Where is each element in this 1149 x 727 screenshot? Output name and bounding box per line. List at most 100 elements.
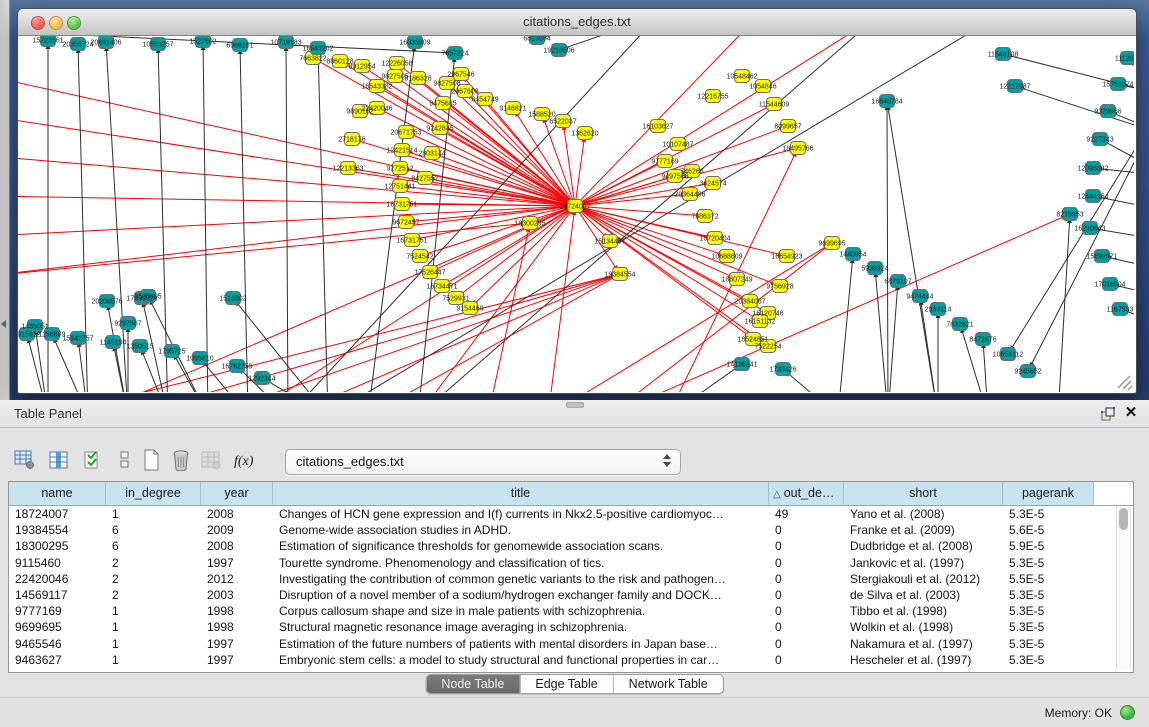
svg-text:9890162: 9890162 [346,109,373,116]
svg-text:8099657: 8099657 [774,124,801,131]
column-header-title[interactable]: title [273,482,769,505]
table-cell: 18300295 [9,538,106,554]
svg-text:7386372: 7386372 [691,214,718,221]
column-header-pagerank[interactable]: pagerank [1003,482,1094,505]
show-columns-button[interactable] [46,446,72,474]
table-panel-header: Table Panel ✕ [0,400,1149,428]
citation-edge-red [575,36,758,206]
svg-text:20364486: 20364486 [674,192,705,199]
svg-text:16210643: 16210643 [1074,226,1105,233]
table-cell: 6 [106,538,201,554]
table-row[interactable]: 946554611997Estimation of the future num… [9,636,1133,652]
table-row[interactable]: 1456911722003Disruption of a novel membe… [9,587,1133,603]
tab-network-table[interactable]: Network Table [613,675,723,693]
row-height-button[interactable] [112,446,138,474]
svg-text:9756928: 9756928 [766,284,793,291]
table-cell: 2 [106,555,201,571]
select-columns-button[interactable] [80,446,106,474]
table-row[interactable]: 1872400712008Changes of HCN gene express… [9,506,1133,522]
vertical-scrollbar[interactable] [1116,506,1131,669]
table-cell: Franke et al. (2009) [844,522,1003,538]
citation-edge-red [575,142,584,206]
citation-edge-red [48,276,611,392]
svg-text:2933114: 2933114 [925,307,952,314]
table-cell: Dudbridge et al. (2008) [844,538,1003,554]
table-cell: Changes of HCN gene expression and I(f) … [273,506,769,522]
trash-icon [171,449,191,471]
column-header-year[interactable]: year [201,482,273,505]
svg-text:9154469: 9154469 [456,306,483,313]
tab-node-table[interactable]: Node Table [426,675,519,693]
citation-edge-black [984,348,988,392]
svg-text:8186328: 8186328 [404,76,431,83]
table-row[interactable]: 977716911998Corpus callosum shape and si… [9,603,1133,619]
table-cell: Embryonic stem cells: a model to study s… [273,652,769,668]
citation-edge-black [328,36,998,392]
table-cell: 0 [769,636,844,652]
scrollbar-thumb[interactable] [1119,508,1128,530]
left-panel-edge [0,0,10,400]
table-row[interactable]: 969969511998Structural magnetic resonanc… [9,619,1133,635]
table-row[interactable]: 2242004622012Investigating the contribut… [9,571,1133,587]
table-cell: 0 [769,619,844,635]
svg-text:7663822: 7663822 [299,56,326,63]
network-window-titlebar[interactable]: citations_edges.txt [18,9,1136,36]
table-cell: Structural magnetic resonance image aver… [273,619,769,635]
svg-text:16151132: 16151132 [745,319,776,326]
graph-edges [18,36,1134,392]
svg-text:7529931: 7529931 [442,296,469,303]
sort-ascending-icon: △ [773,489,781,500]
table-cell: 5.6E-5 [1003,522,1094,538]
svg-text:16943202: 16943202 [302,46,333,53]
close-panel-icon[interactable]: ✕ [1123,404,1139,422]
function-builder-button[interactable]: f(x) [232,446,258,474]
svg-text:12421514: 12421514 [386,148,417,155]
float-window-icon[interactable] [1100,406,1116,422]
table-row[interactable]: 946362711997Embryonic stem cells: a mode… [9,652,1133,668]
status-bar: Memory: OK [0,697,1149,727]
svg-text:16543382: 16543382 [361,84,392,91]
splitter-grip[interactable] [566,402,584,408]
import-table-button[interactable] [198,446,224,474]
delete-column-button[interactable] [168,446,194,474]
table-row[interactable]: 1830029562008Estimation of significance … [9,538,1133,554]
panel-collapse-arrow-icon[interactable] [1,320,6,328]
column-header-short[interactable]: short [844,482,1003,505]
svg-text:18524851: 18524851 [737,337,768,344]
table-cell: 9463627 [9,652,106,668]
window-resize-grip[interactable] [1118,376,1132,390]
svg-text:16782759: 16782759 [221,364,252,371]
application-window: citations_edges.txt 18724007183002951938… [0,0,1149,727]
table-row[interactable]: 1938455462009Genome-wide association stu… [9,522,1133,538]
citation-edge-black [1128,312,1134,326]
svg-text:7832621: 7832621 [946,322,973,329]
citation-edge-red [414,136,575,206]
citation-edge-black [568,36,658,47]
column-header-out_de[interactable]: △out_de… [769,482,844,505]
table-settings-button[interactable] [12,446,38,474]
table-check-icon [83,450,103,470]
table-cell: Yano et al. (2008) [844,506,1003,522]
column-header-name[interactable]: name [9,482,106,505]
column-header-in_degree[interactable]: in_degree [106,482,201,505]
svg-text:3915912: 3915912 [18,332,41,339]
svg-text:9272512: 9272512 [386,166,413,173]
citation-edge-black [203,50,208,392]
network-window: citations_edges.txt 18724007183002951938… [17,8,1137,394]
table-row[interactable]: 911546021997Tourette syndrome. Phenomeno… [9,555,1133,571]
memory-status-indicator[interactable] [1120,705,1135,720]
svg-text:f(x): f(x) [234,454,254,469]
table-cell: 1998 [201,619,273,635]
citation-edge-black [838,263,852,392]
table-selector-combo[interactable]: citations_edges.txt [285,449,681,475]
new-column-button[interactable] [138,446,164,474]
table-cell: 2008 [201,538,273,554]
fx-icon: f(x) [232,450,258,470]
svg-text:14136141: 14136141 [726,362,757,369]
table-cell: 1998 [201,603,273,619]
graph-canvas[interactable]: 1872400718300295193845547663822886012889… [18,36,1134,392]
citation-edge-red [18,224,521,276]
svg-text:18495766: 18495766 [782,146,813,153]
table-cell: 2 [106,587,201,603]
tab-edge-table[interactable]: Edge Table [519,675,612,693]
